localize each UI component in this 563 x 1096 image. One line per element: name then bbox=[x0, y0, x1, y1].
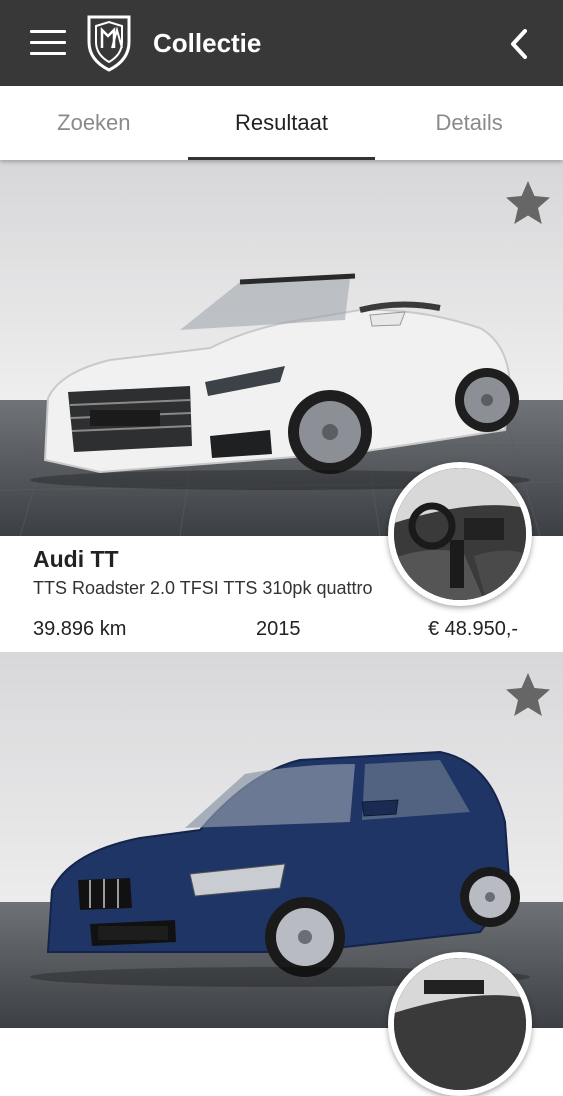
car-price: € 48.950,- bbox=[428, 618, 519, 640]
tab-details[interactable]: Details bbox=[375, 86, 563, 160]
star-icon[interactable] bbox=[503, 670, 553, 720]
result-card[interactable] bbox=[0, 652, 563, 1096]
app-bar: Collectie bbox=[0, 0, 563, 86]
shield-logo bbox=[87, 15, 131, 72]
tab-zoeken[interactable]: Zoeken bbox=[0, 86, 188, 160]
hamburger-menu-icon[interactable] bbox=[30, 30, 66, 56]
car-variant: TTS Roadster 2.0 TFSI TTS 310pk quattro bbox=[33, 578, 373, 598]
tab-resultaat[interactable]: Resultaat bbox=[187, 86, 376, 160]
car-mileage: 39.896 km bbox=[33, 618, 127, 640]
interior-thumbnail[interactable] bbox=[388, 952, 532, 1096]
listing-info: Audi TT TTS Roadster 2.0 TFSI TTS 310pk … bbox=[0, 536, 563, 650]
page-title: Collectie bbox=[153, 28, 262, 58]
tab-bar: Zoeken Resultaat Details bbox=[0, 86, 563, 160]
car-make: Audi TT bbox=[33, 546, 119, 572]
star-icon[interactable] bbox=[503, 178, 553, 228]
chevron-left-icon[interactable] bbox=[502, 26, 538, 62]
car-year: 2015 bbox=[256, 618, 301, 640]
result-card[interactable]: Audi TT TTS Roadster 2.0 TFSI TTS 310pk … bbox=[0, 160, 563, 650]
